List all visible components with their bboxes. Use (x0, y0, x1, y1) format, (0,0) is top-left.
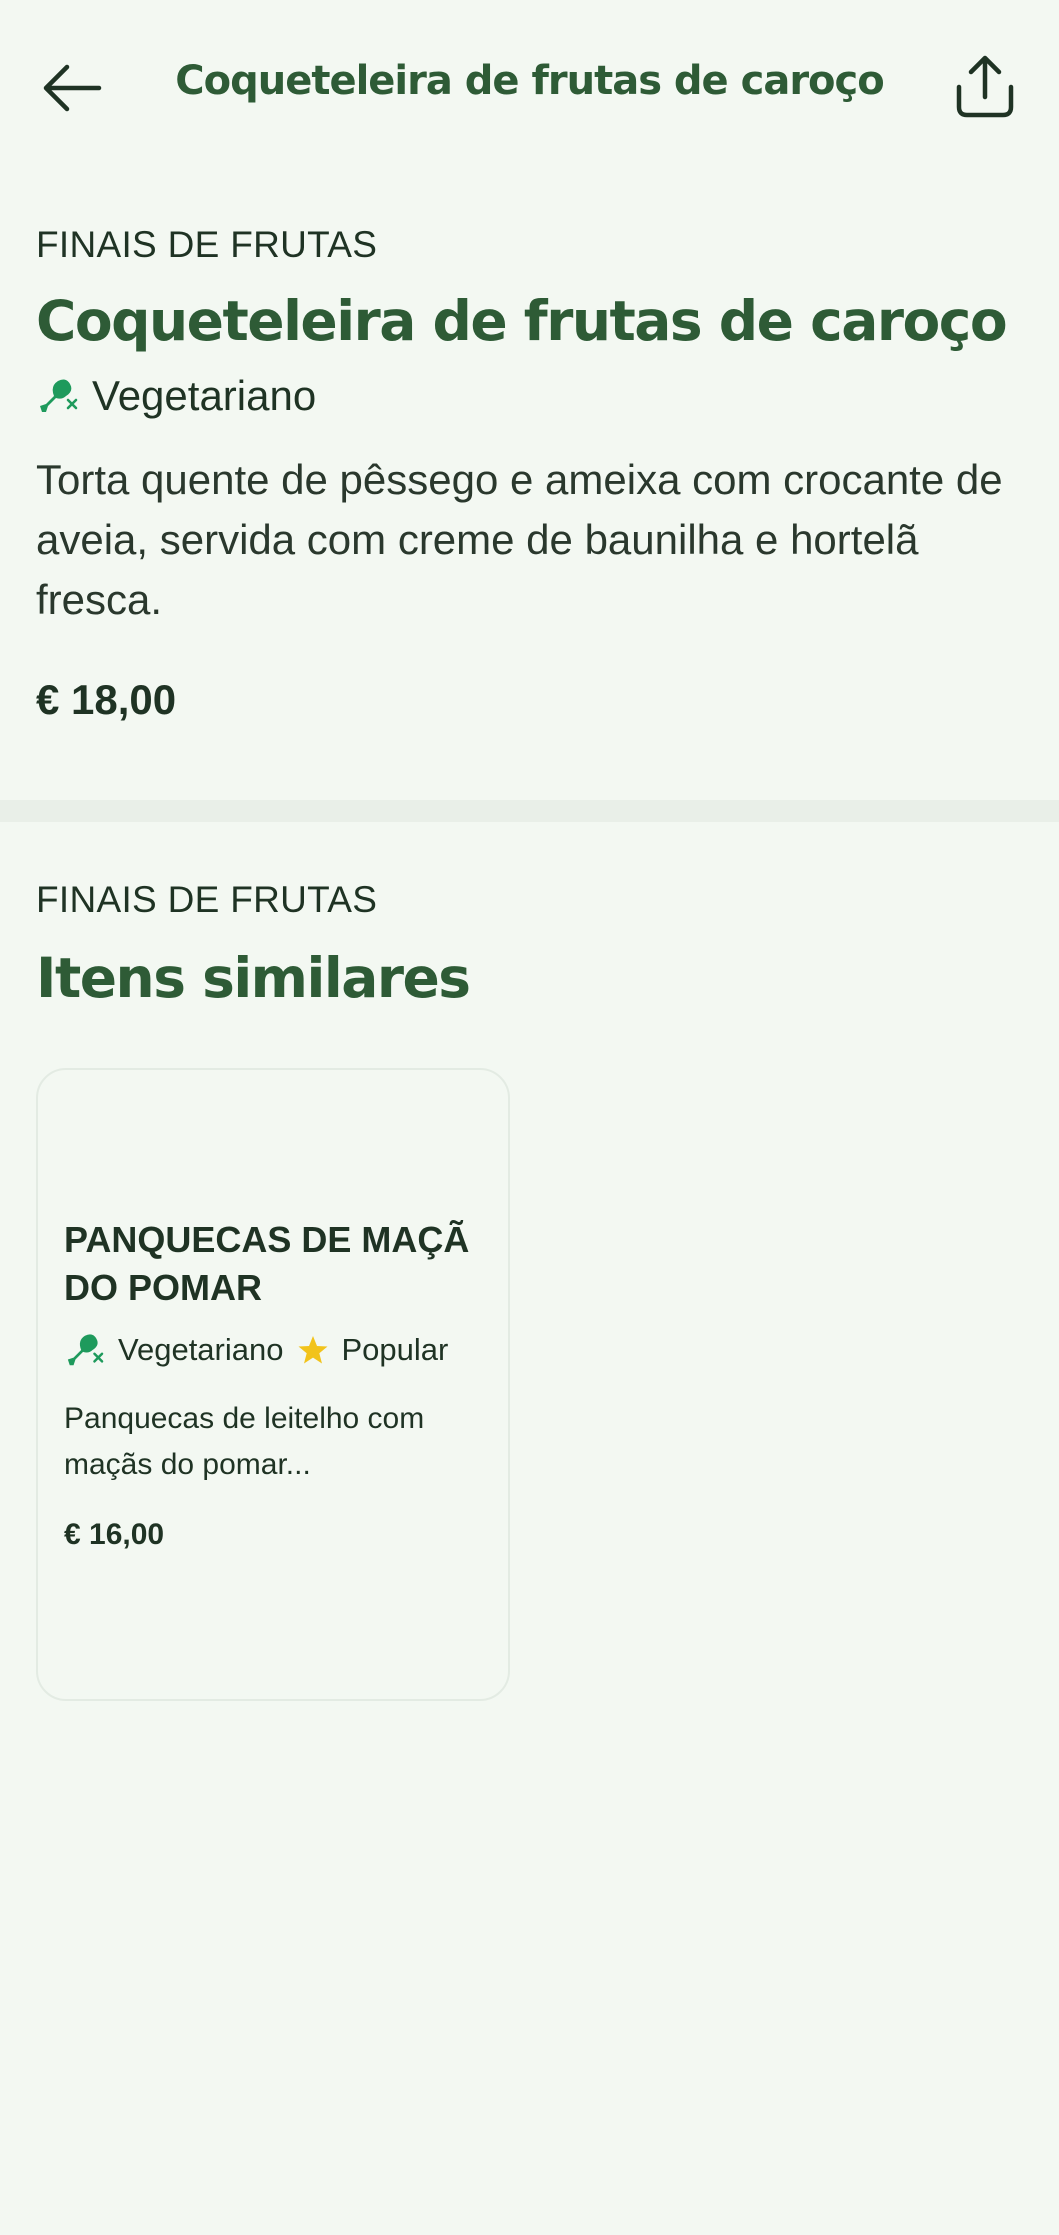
drumstick-crossed-icon (64, 1331, 104, 1369)
similar-category: FINAIS DE FRUTAS (36, 879, 378, 920)
item-description: Torta quente de pêssego e ameixa com cro… (36, 456, 1003, 623)
arrow-left-icon (43, 64, 102, 112)
card-tags: Vegetariano Popular (64, 1326, 448, 1374)
item-detail-screen: Coqueteleira de frutas de caroço FINAIS … (0, 0, 1059, 2235)
card-title: PANQUECAS DE MAÇÃ DO POMAR (64, 1219, 470, 1308)
section-divider (0, 800, 1059, 822)
back-button[interactable] (36, 52, 108, 124)
top-bar: Coqueteleira de frutas de caroço (0, 0, 1059, 170)
item-price: € 18,00 (36, 676, 177, 723)
card-description: Panquecas de leitelho com maçãs do pomar… (64, 1402, 425, 1481)
card-popular-label: Popular (341, 1332, 449, 1367)
star-icon (297, 1334, 329, 1366)
drumstick-crossed-icon (36, 376, 78, 416)
diet-tag: Vegetariano (36, 368, 1026, 424)
card-diet-label: Vegetariano (118, 1332, 284, 1367)
item-detail: FINAIS DE FRUTAS Coqueteleira de frutas … (36, 220, 1026, 724)
similar-item-card[interactable]: PANQUECAS DE MAÇÃ DO POMAR Vegetariano P… (36, 1068, 510, 1701)
item-category: FINAIS DE FRUTAS (36, 224, 378, 265)
share-button[interactable] (948, 46, 1022, 126)
item-title: Coqueteleira de frutas de caroço (36, 289, 1008, 353)
diet-label: Vegetariano (92, 372, 317, 419)
header-title: Coqueteleira de frutas de caroço (175, 58, 884, 104)
similar-items-section: FINAIS DE FRUTAS Itens similares (36, 875, 1026, 1013)
share-icon (956, 55, 1014, 118)
similar-title: Itens similares (36, 946, 471, 1010)
card-price: € 16,00 (64, 1518, 165, 1551)
